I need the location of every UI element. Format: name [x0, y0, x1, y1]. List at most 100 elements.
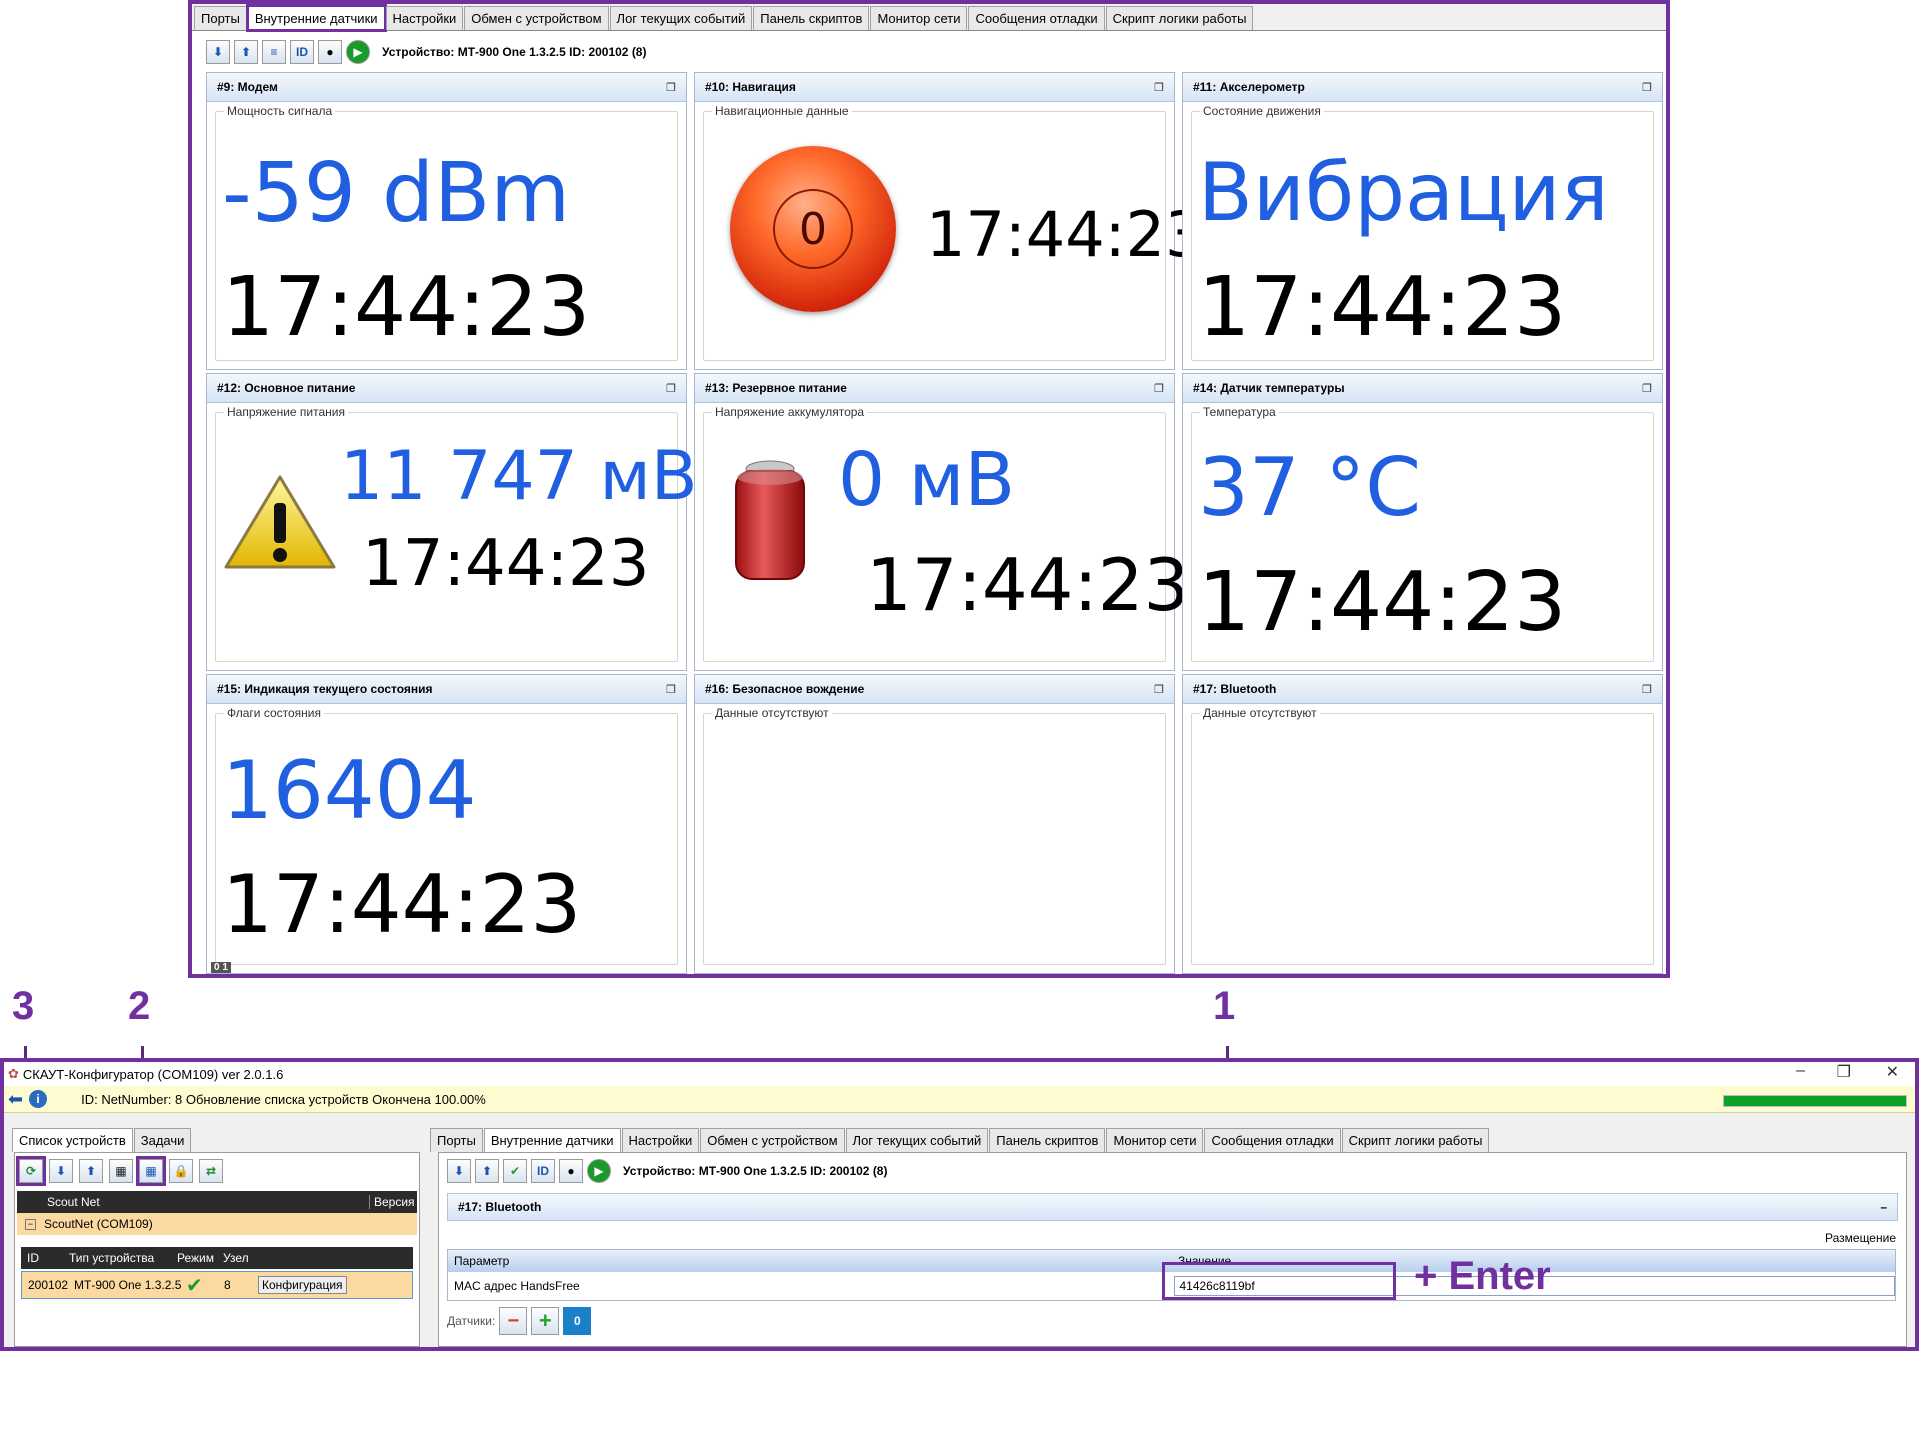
- panel-title: #15: Индикация текущего состояния: [217, 682, 433, 696]
- restore-icon[interactable]: ❐: [1642, 683, 1652, 696]
- panel-title: #17: Bluetooth: [1193, 682, 1277, 696]
- update-time: 17:44:23: [1198, 260, 1567, 355]
- temperature-value: 37 °C: [1198, 441, 1422, 534]
- tab-network-monitor[interactable]: Монитор сети: [1106, 1128, 1204, 1152]
- panel-accelerometer: #11: Акселерометр ❐ Состояние движения Ви…: [1182, 72, 1663, 370]
- remove-sensor-icon[interactable]: −: [499, 1307, 528, 1335]
- info-icon[interactable]: i: [29, 1090, 48, 1108]
- table-row[interactable]: 200102 МТ-900 One 1.3.2.5 ✔ 8 Конфигурац…: [21, 1271, 413, 1299]
- group-title: Данные отсутствуют: [712, 706, 832, 720]
- panel-title: #11: Акселерометр: [1193, 80, 1305, 94]
- panel-title: #10: Навигация: [705, 80, 796, 94]
- update-time: 17:44:23: [1198, 555, 1567, 650]
- back-arrow-icon[interactable]: ⬅: [8, 1089, 23, 1110]
- read-icon[interactable]: ⬇: [206, 40, 230, 64]
- lock-icon[interactable]: 🔒: [169, 1159, 193, 1183]
- update-time: 17:44:23: [866, 543, 1190, 627]
- configuration-button[interactable]: Конфигурация: [258, 1276, 347, 1294]
- tab-scripts-panel[interactable]: Панель скриптов: [753, 6, 870, 30]
- tab-event-log[interactable]: Лог текущих событий: [609, 6, 753, 30]
- restore-icon[interactable]: ❐: [1642, 81, 1652, 94]
- refresh-icon[interactable]: ⟳: [16, 1156, 46, 1186]
- apply-check-icon[interactable]: ✔: [503, 1159, 527, 1183]
- restore-icon[interactable]: ❐: [1154, 382, 1164, 395]
- restore-icon[interactable]: ❐: [1154, 683, 1164, 696]
- top-tab-bar: Порты Внутренние датчики Настройки Обмен…: [192, 4, 1666, 32]
- tab-ports[interactable]: Порты: [194, 6, 247, 30]
- panel-title: #16: Безопасное вождение: [705, 682, 865, 696]
- collapse-icon[interactable]: –: [1880, 1200, 1887, 1214]
- tab-debug-messages[interactable]: Сообщения отладки: [968, 6, 1105, 30]
- collapse-icon[interactable]: −: [25, 1218, 36, 1230]
- section-header: #17: Bluetooth –: [447, 1193, 1898, 1221]
- write-icon[interactable]: ⬆: [234, 40, 258, 64]
- group-title: Температура: [1200, 405, 1279, 419]
- tab-device-exchange[interactable]: Обмен с устройством: [700, 1128, 845, 1152]
- tab-settings[interactable]: Настройки: [621, 1128, 700, 1152]
- tab-debug-messages[interactable]: Сообщения отладки: [1204, 1128, 1341, 1152]
- panel-safe-driving: #16: Безопасное вождение ❐ Данные отсутст…: [694, 674, 1175, 974]
- group-title: Мощность сигнала: [224, 104, 336, 118]
- group-box: Данные отсутствуют: [703, 706, 1166, 965]
- tab-network-monitor[interactable]: Монитор сети: [870, 6, 968, 30]
- group-box: Температура 37 °C 17:44:23: [1191, 405, 1654, 662]
- tab-logic-script[interactable]: Скрипт логики работы: [1105, 6, 1254, 30]
- enter-hint: + Enter: [1414, 1254, 1551, 1298]
- close-icon[interactable]: ✕: [1886, 1062, 1899, 1082]
- device-label: Устройство: МТ-900 One 1.3.2.5 ID: 20010…: [623, 1164, 888, 1178]
- minimize-icon[interactable]: –: [1796, 1062, 1805, 1080]
- tab-logic-script[interactable]: Скрипт логики работы: [1341, 1128, 1490, 1152]
- scan-icon[interactable]: ≡: [262, 40, 286, 64]
- id-icon[interactable]: ID: [290, 40, 314, 64]
- play-icon[interactable]: ▶: [346, 40, 370, 64]
- left-tabs: Список устройств Задачи: [12, 1128, 192, 1152]
- drop-icon[interactable]: ●: [559, 1159, 583, 1183]
- tab-ports[interactable]: Порты: [430, 1128, 483, 1152]
- group-box: Напряжение питания 11 747 мВ 17:44:23: [215, 405, 698, 662]
- panel-modem: #9: Модем ❐ Мощность сигнала -59 dBm 17:4…: [206, 72, 687, 370]
- write-icon[interactable]: ⬆: [475, 1159, 499, 1183]
- grid-download-icon[interactable]: ▦: [136, 1156, 166, 1186]
- col-mode: Режим: [177, 1251, 214, 1265]
- tab-internal-sensors[interactable]: Внутренние датчики: [245, 4, 387, 32]
- grid-icon[interactable]: ▦: [109, 1159, 133, 1183]
- group-title: Состояние движения: [1200, 104, 1324, 118]
- read-icon[interactable]: ⬇: [447, 1159, 471, 1183]
- tab-device-exchange[interactable]: Обмен с устройством: [464, 6, 609, 30]
- right-toolbar: ⬇ ⬆ ✔ ID ● ▶ Устройство: МТ-900 One 1.3.…: [447, 1159, 887, 1183]
- play-icon[interactable]: ▶: [587, 1159, 611, 1183]
- placement-label[interactable]: Размещение: [1825, 1231, 1896, 1245]
- exchange-icon[interactable]: ⇄: [199, 1159, 223, 1183]
- tab-device-list[interactable]: Список устройств: [12, 1128, 133, 1152]
- satellite-count: 0: [773, 189, 853, 269]
- tree-header-name: Scout Net: [47, 1195, 100, 1209]
- tab-scripts-panel[interactable]: Панель скриптов: [989, 1128, 1106, 1152]
- sensors-label: Датчики:: [447, 1314, 496, 1328]
- tab-internal-sensors[interactable]: Внутренние датчики: [483, 1128, 621, 1152]
- tree-header: Scout Net Версия: [17, 1191, 417, 1213]
- id-icon[interactable]: ID: [531, 1159, 555, 1183]
- restore-icon[interactable]: ❐: [1154, 81, 1164, 94]
- row-parameter: MAC адрес HandsFree: [454, 1279, 580, 1293]
- restore-icon[interactable]: ❐: [1642, 382, 1652, 395]
- tab-event-log[interactable]: Лог текущих событий: [845, 1128, 989, 1152]
- update-time: 17:44:23: [222, 260, 591, 355]
- device-table-header: ID Тип устройства Режим Узел: [21, 1247, 413, 1269]
- download-icon[interactable]: ⬇: [49, 1159, 73, 1183]
- restore-window-icon[interactable]: ❐: [1837, 1062, 1851, 1082]
- drop-icon[interactable]: ●: [318, 40, 342, 64]
- status-bar: ⬅ i ID: NetNumber: 8 Обновление списка у…: [4, 1086, 1915, 1113]
- restore-icon[interactable]: ❐: [666, 683, 676, 696]
- restore-icon[interactable]: ❐: [666, 382, 676, 395]
- tree-node[interactable]: − ScoutNet (COM109): [17, 1213, 417, 1235]
- title-bar: ✿ СКАУТ-Конфигуратор (COM109) ver 2.0.1.…: [4, 1062, 1915, 1086]
- value-highlight: [1162, 1262, 1396, 1300]
- panel-temperature: #14: Датчик температуры ❐ Температура 37 …: [1182, 373, 1663, 671]
- restore-icon[interactable]: ❐: [666, 81, 676, 94]
- upload-icon[interactable]: ⬆: [79, 1159, 103, 1183]
- group-title: Навигационные данные: [712, 104, 852, 118]
- tab-settings[interactable]: Настройки: [385, 6, 464, 30]
- tab-tasks[interactable]: Задачи: [133, 1128, 192, 1152]
- add-sensor-icon[interactable]: +: [531, 1307, 560, 1335]
- battery-voltage-value: 0 мВ: [838, 437, 1016, 523]
